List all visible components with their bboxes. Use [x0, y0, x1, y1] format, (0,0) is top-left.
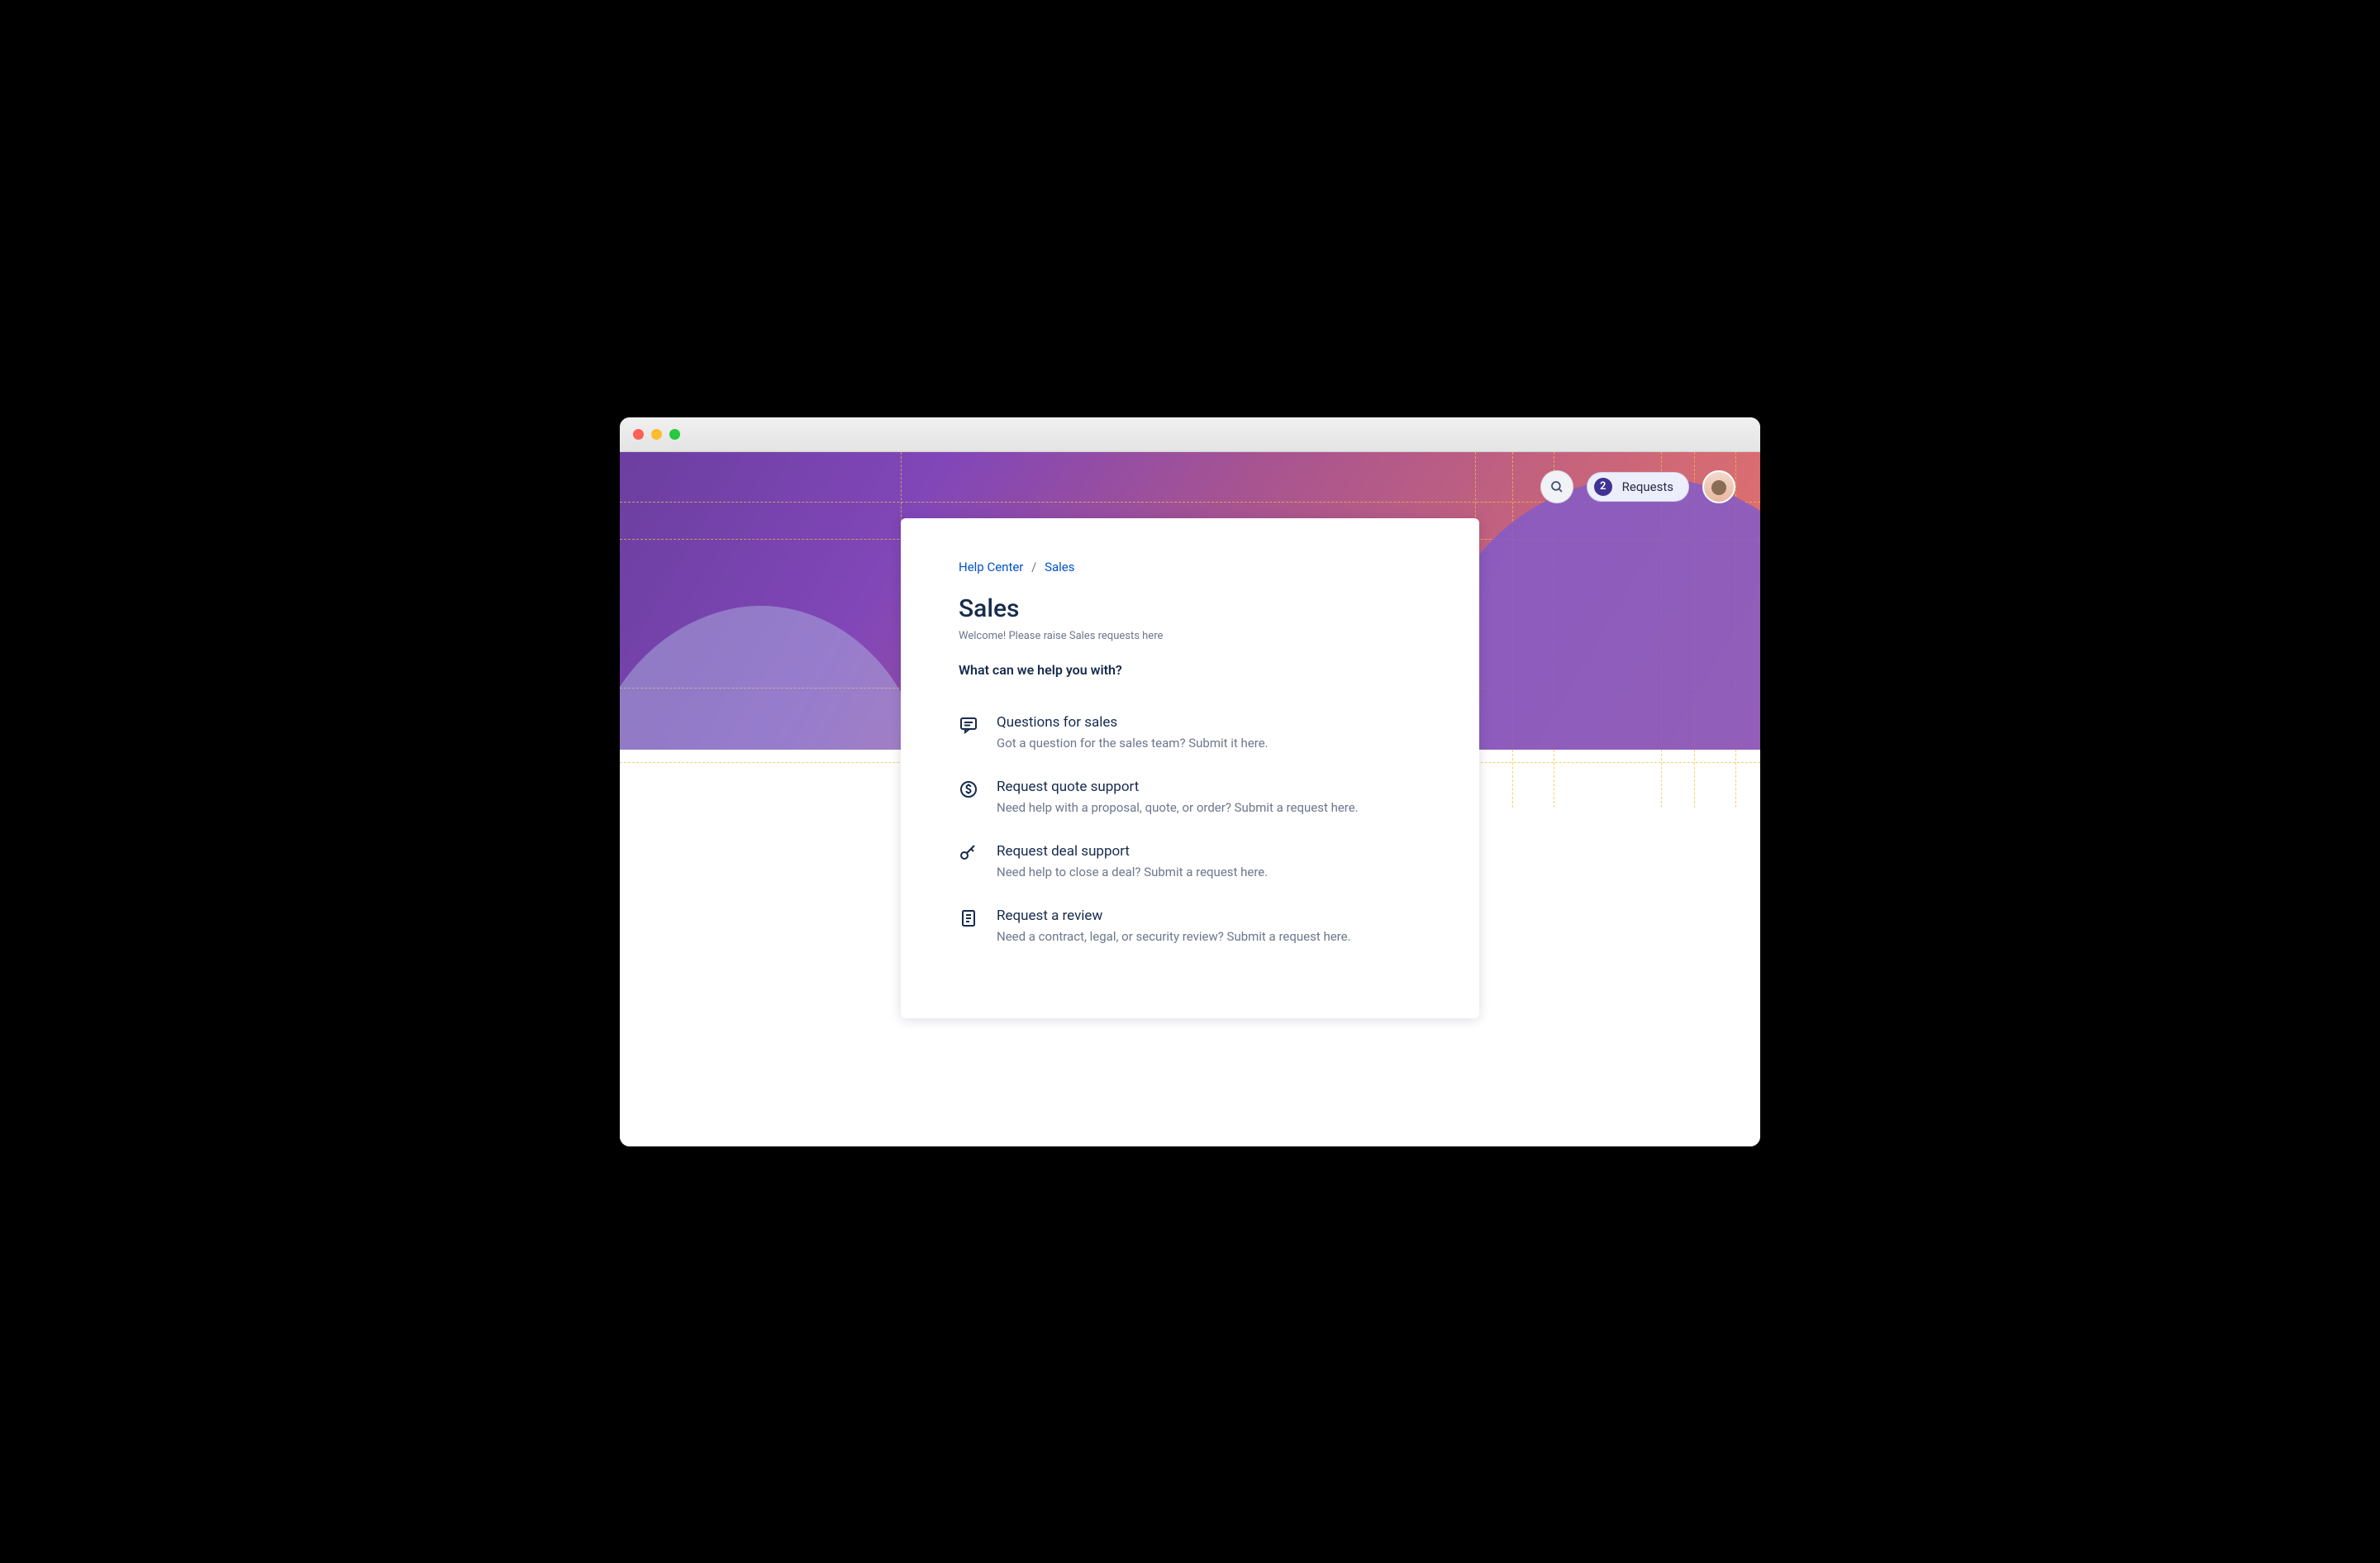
request-type-desc: Need help to close a deal? Submit a requ… [997, 865, 1268, 879]
breadcrumb-root-link[interactable]: Help Center [959, 560, 1023, 574]
page-title: Sales [959, 594, 1421, 623]
document-icon [959, 908, 978, 928]
requests-count-badge: 2 [1594, 478, 1612, 496]
header-actions: 2 Requests [1540, 470, 1735, 503]
request-type-desc: Need help with a proposal, quote, or ord… [997, 800, 1359, 815]
breadcrumb-current-link[interactable]: Sales [1045, 560, 1074, 574]
request-type-title: Request deal support [997, 843, 1268, 860]
chat-icon [959, 715, 978, 735]
welcome-text: Welcome! Please raise Sales requests her… [959, 630, 1421, 642]
key-icon [959, 844, 978, 864]
maximize-window-button[interactable] [669, 429, 680, 440]
help-prompt: What can we help you with? [959, 662, 1421, 678]
search-icon [1549, 479, 1564, 494]
request-type-deal[interactable]: Request deal support Need help to close … [959, 843, 1421, 879]
request-type-desc: Need a contract, legal, or security revi… [997, 929, 1351, 944]
requests-button[interactable]: 2 Requests [1587, 472, 1689, 502]
breadcrumb-separator: / [1031, 560, 1036, 574]
avatar[interactable] [1702, 470, 1735, 503]
search-button[interactable] [1540, 470, 1573, 503]
decorative-blob [1430, 477, 1760, 750]
minimize-window-button[interactable] [651, 429, 662, 440]
request-type-title: Questions for sales [997, 714, 1269, 731]
request-type-review[interactable]: Request a review Need a contract, legal,… [959, 908, 1421, 944]
requests-label: Requests [1622, 479, 1673, 494]
window-titlebar [620, 417, 1760, 452]
request-type-desc: Got a question for the sales team? Submi… [997, 736, 1269, 751]
request-type-quote[interactable]: Request quote support Need help with a p… [959, 779, 1421, 815]
request-type-title: Request a review [997, 908, 1351, 924]
close-window-button[interactable] [633, 429, 644, 440]
request-type-questions[interactable]: Questions for sales Got a question for t… [959, 714, 1421, 751]
breadcrumb: Help Center / Sales [959, 560, 1421, 574]
app-window: 2 Requests Help Center / Sales Sales Wel… [620, 417, 1760, 1146]
request-type-title: Request quote support [997, 779, 1359, 795]
portal-card: Help Center / Sales Sales Welcome! Pleas… [901, 518, 1479, 1018]
dollar-icon [959, 779, 978, 799]
